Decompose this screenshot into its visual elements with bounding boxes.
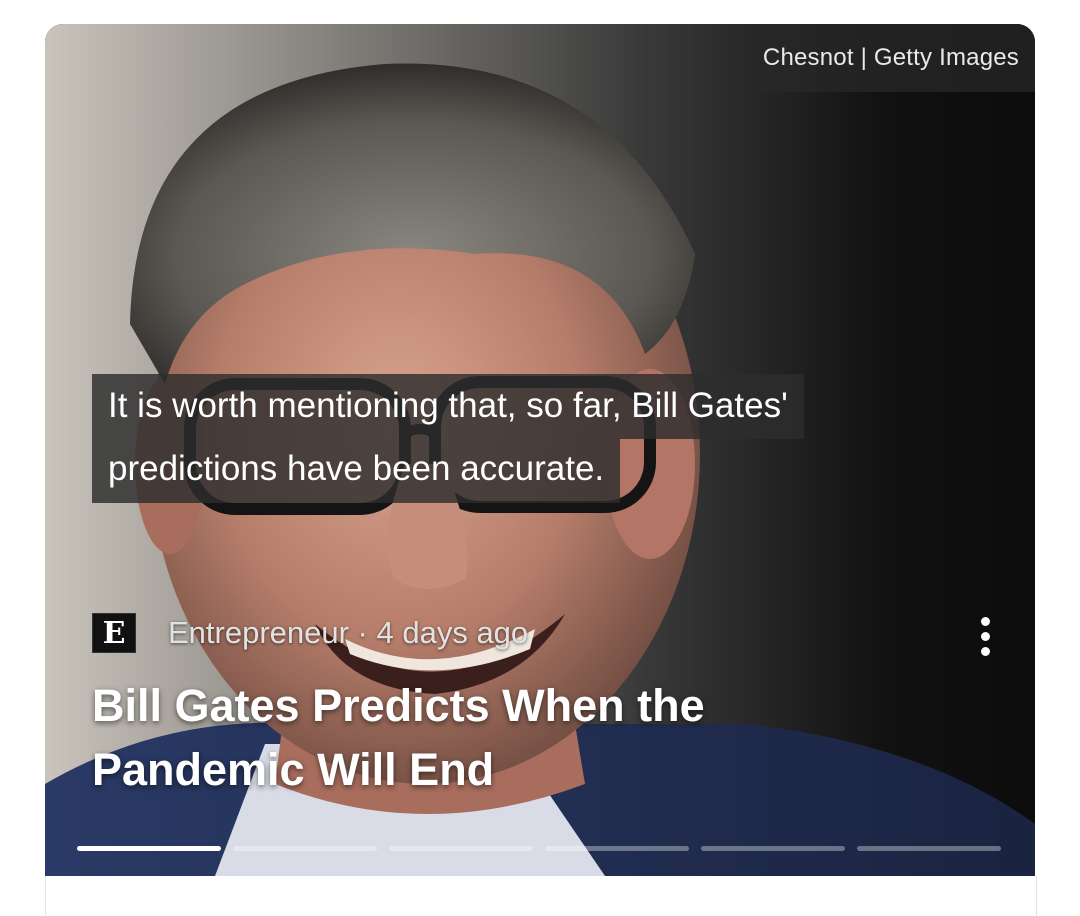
headline-line-2: Pandemic Will End	[92, 744, 495, 795]
progress-segment	[857, 846, 1001, 851]
more-dot	[980, 616, 990, 626]
progress-segment	[701, 846, 845, 851]
quote-line-1: It is worth mentioning that, so far, Bil…	[92, 374, 804, 439]
headline-line-1: Bill Gates Predicts When the	[92, 680, 705, 731]
image-credit: Chesnot | Getty Images	[748, 24, 1035, 92]
story-progress	[77, 846, 1001, 851]
more-dot	[980, 646, 990, 656]
more-dot	[980, 631, 990, 641]
story-headline[interactable]: Bill Gates Predicts When the Pandemic Wi…	[92, 674, 952, 802]
source-meta[interactable]: E Entrepreneur · 4 days ago	[92, 613, 528, 653]
progress-segment	[77, 846, 221, 851]
quote-overlay: It is worth mentioning that, so far, Bil…	[92, 374, 992, 503]
story-card[interactable]: Chesnot | Getty Images It is worth menti…	[45, 24, 1035, 876]
source-logo: E	[92, 613, 136, 653]
next-card-edge	[45, 876, 1037, 916]
image-credit-text: Chesnot | Getty Images	[762, 44, 1019, 71]
progress-segment	[545, 846, 689, 851]
progress-segment	[233, 846, 377, 851]
more-vert-icon	[980, 616, 990, 656]
source-name-and-time: Entrepreneur · 4 days ago	[168, 615, 529, 650]
quote-line-2: predictions have been accurate.	[92, 439, 621, 503]
more-options-button[interactable]	[963, 612, 1007, 660]
progress-segment	[389, 846, 533, 851]
